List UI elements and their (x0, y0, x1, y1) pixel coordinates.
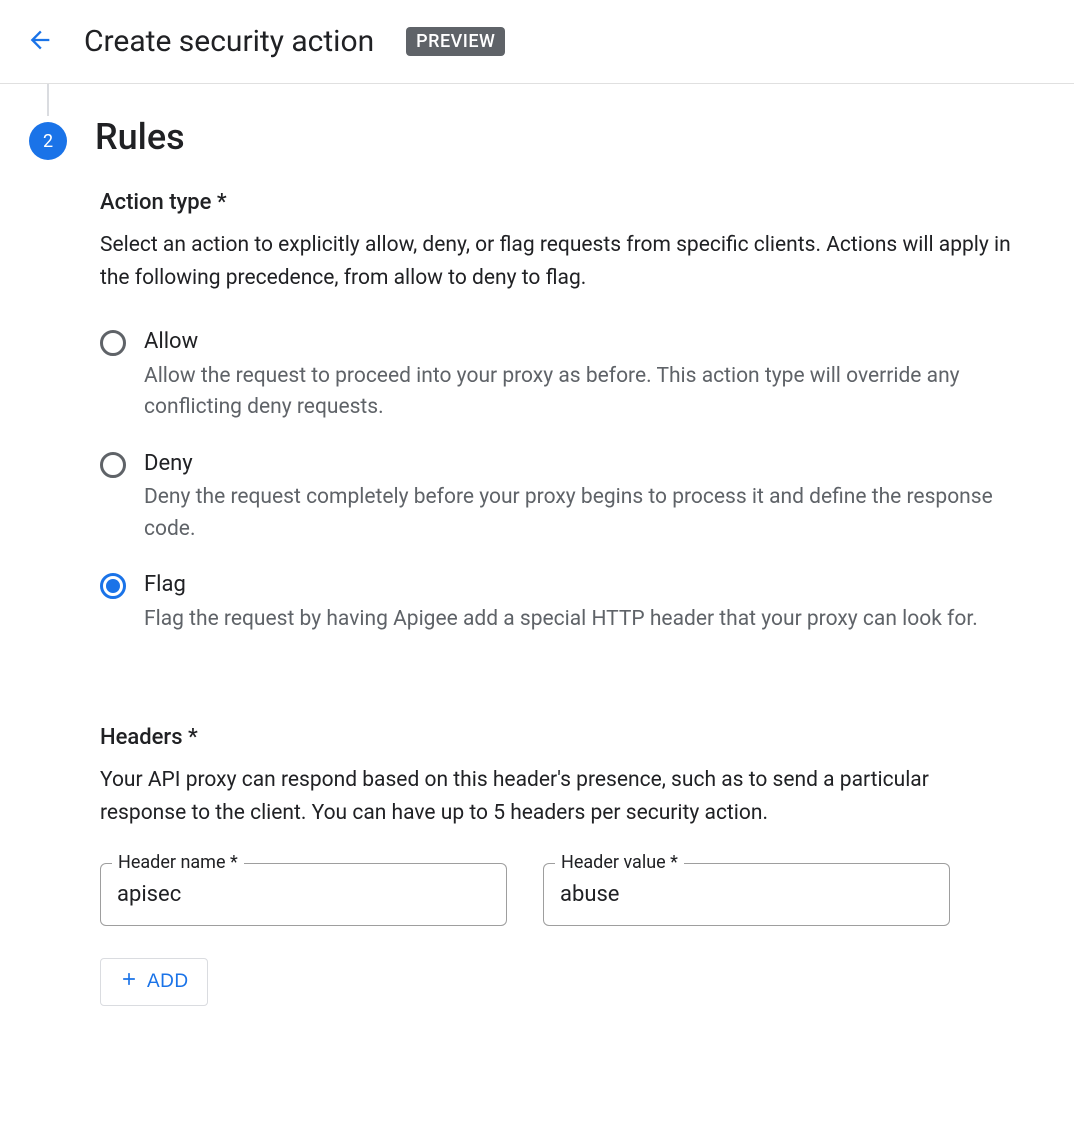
back-button[interactable] (20, 20, 60, 63)
add-header-button[interactable]: ADD (100, 958, 208, 1006)
step-number-badge: 2 (29, 122, 67, 160)
arrow-left-icon (26, 26, 54, 57)
radio-description: Deny the request completely before your … (144, 482, 1020, 545)
action-type-radio-group: Allow Allow the request to proceed into y… (100, 328, 1020, 635)
radio-flag[interactable]: Flag Flag the request by having Apigee ad… (100, 571, 1020, 635)
plus-icon (119, 969, 139, 995)
stepper-connector (47, 84, 49, 116)
radio-circle-icon (100, 452, 126, 478)
radio-label: Deny (144, 450, 1020, 479)
header-name-label: Header name * (112, 852, 244, 873)
header-value-label: Header value * (555, 852, 684, 873)
add-header-label: ADD (147, 971, 189, 993)
radio-label: Allow (144, 328, 1020, 357)
radio-description: Allow the request to proceed into your p… (144, 361, 1020, 424)
action-type-label: Action type * (100, 190, 1020, 215)
radio-deny[interactable]: Deny Deny the request completely before y… (100, 450, 1020, 546)
radio-label: Flag (144, 571, 978, 600)
action-type-help: Select an action to explicitly allow, de… (100, 229, 1020, 294)
preview-badge: PREVIEW (406, 27, 505, 56)
page-title: Create security action (84, 24, 374, 59)
radio-circle-icon (100, 330, 126, 356)
header-row: Header name *Header value * (100, 863, 950, 926)
radio-allow[interactable]: Allow Allow the request to proceed into y… (100, 328, 1020, 424)
headers-label: Headers * (100, 725, 1020, 750)
step-title: Rules (95, 116, 185, 158)
radio-circle-icon (100, 573, 126, 599)
headers-help: Your API proxy can respond based on this… (100, 764, 1020, 829)
radio-description: Flag the request by having Apigee add a … (144, 604, 978, 636)
